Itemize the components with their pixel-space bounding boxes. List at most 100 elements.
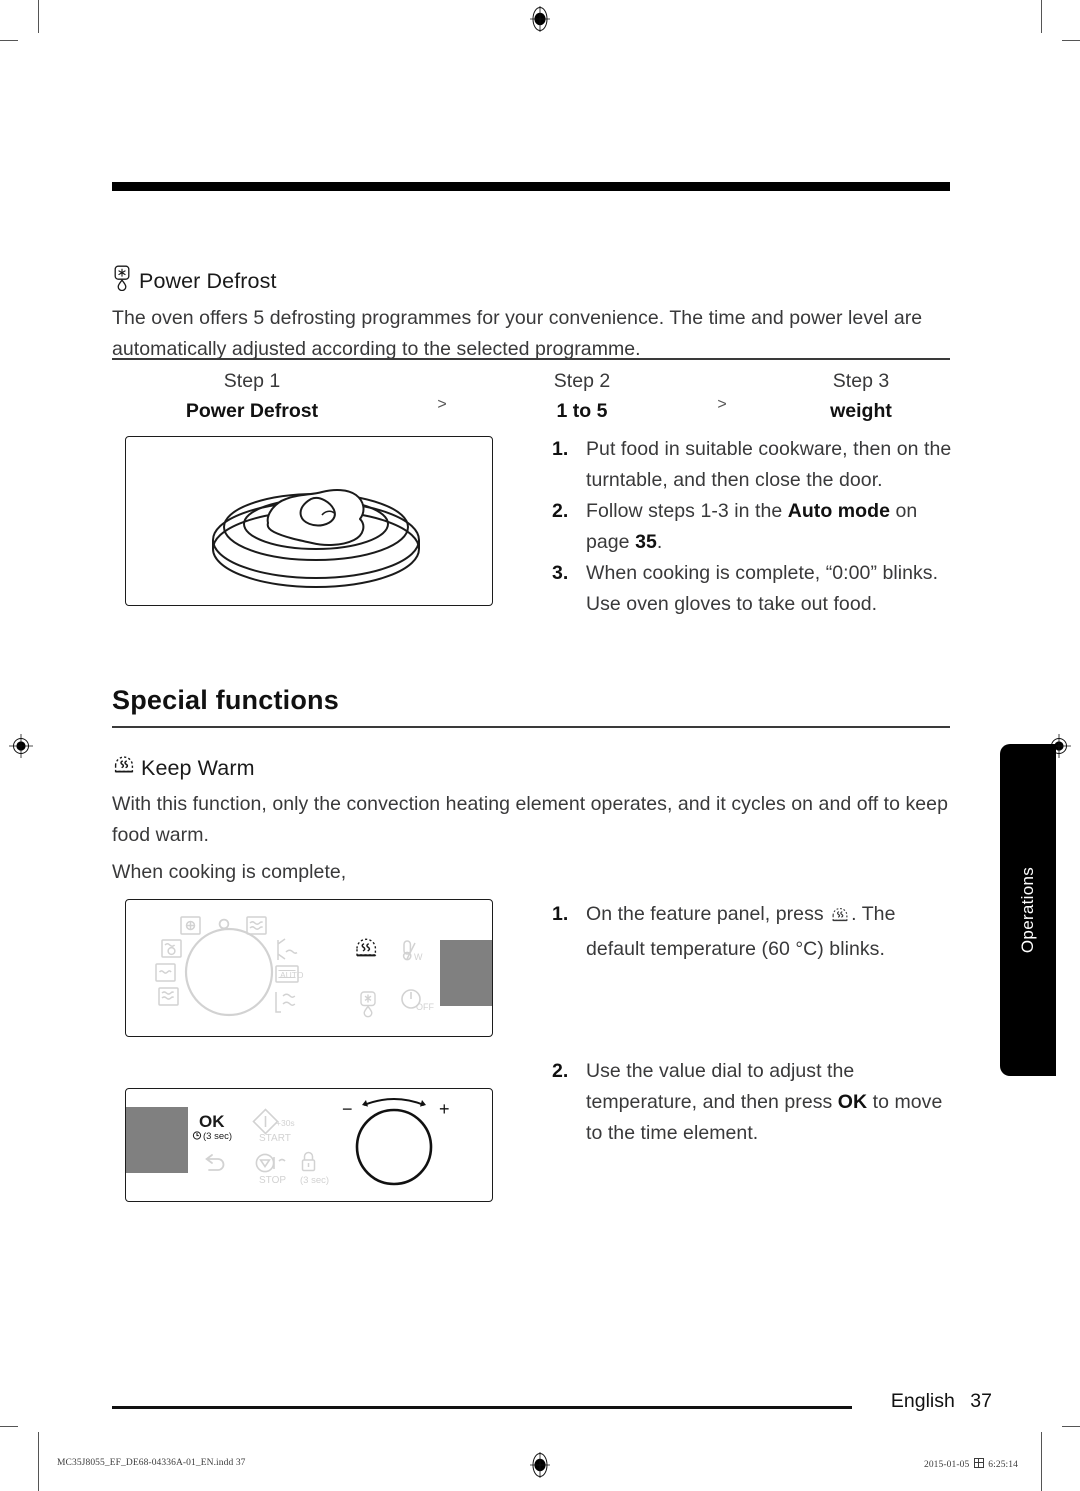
step-number: 2. — [552, 500, 569, 522]
keep-warm-icon — [830, 903, 850, 934]
stop-button — [255, 1153, 286, 1173]
cjk-glyph-icon — [973, 1458, 984, 1468]
imprint-timestamp: 2015-01-05 6:25:14 — [924, 1458, 1018, 1470]
ok-button-label: OK — [199, 1112, 225, 1131]
step-text: Follow steps 1-3 in the Auto mode on pag… — [586, 496, 952, 558]
footer-language: English — [890, 1390, 955, 1412]
ok-emphasis: OK — [837, 1091, 868, 1113]
step-3-label: Step 3 — [832, 370, 890, 392]
page-content: Power Defrost The oven offers 5 defrosti… — [112, 0, 952, 1491]
step-number: 3. — [552, 562, 569, 584]
step-column-2: Step 2 1 to 5 — [492, 366, 672, 426]
value-panel-illustration: OK (3 sec) +30s START STOP (3 sec) − + — [126, 1098, 450, 1186]
snowflake-droplet-icon — [112, 265, 132, 297]
keep-warm-step-2: 2. Use the value dial to adjust the temp… — [552, 1056, 952, 1149]
step-number: 1. — [552, 903, 569, 925]
power-defrost-heading-label: Power Defrost — [139, 268, 277, 293]
feature-panel-illustration: AUTO W OFF — [155, 916, 492, 1018]
power-defrost-heading: Power Defrost — [112, 265, 277, 297]
power-defrost-steps: 1. Put food in suitable cookware, then o… — [552, 434, 952, 620]
imprint-date: 2015-01-05 — [923, 1460, 970, 1470]
keep-warm-button — [356, 938, 377, 957]
registration-mark-left-margin — [8, 733, 34, 759]
watt-label: W — [414, 952, 423, 962]
dial-indicator-dot — [218, 918, 230, 930]
step-text: When cooking is complete, “0:00” blinks.… — [586, 562, 939, 615]
step-text-part: . — [656, 531, 663, 553]
off-label: OFF — [416, 1002, 434, 1012]
step-table-top-rule — [112, 358, 950, 361]
crop-mark-top-left — [38, 0, 39, 33]
auto-icon-label: AUTO — [280, 970, 304, 980]
step-text-part: Use the value dial to adjust the tempera… — [586, 1060, 855, 1113]
auto-mode-emphasis: Auto mode — [787, 500, 890, 522]
instruction-row: 2. Follow steps 1-3 in the Auto mode on … — [552, 496, 952, 558]
power-defrost-intro: The oven offers 5 defrosting programmes … — [112, 307, 923, 360]
instruction-row: 2. Use the value dial to adjust the temp… — [552, 1056, 952, 1149]
crop-mark-bottom-right-h — [1062, 1426, 1080, 1427]
keep-warm-intro: With this function, only the convection … — [112, 793, 948, 846]
back-arrow-icon — [205, 1154, 225, 1171]
step-text: Put food in suitable cookware, then on t… — [586, 438, 952, 491]
step-2-value: 1 to 5 — [556, 400, 608, 422]
footer-page-number: 37 — [970, 1390, 992, 1412]
value-panel-figure: OK (3 sec) +30s START STOP (3 sec) − + — [125, 1088, 493, 1202]
crop-mark-bottom-left-h — [0, 1426, 18, 1427]
instruction-row: 3. When cooking is complete, “0:00” blin… — [552, 558, 952, 620]
step-text-part: Follow steps 1-3 in the — [586, 500, 788, 522]
footer-page-label: English 37 — [891, 1390, 992, 1413]
power-defrost-figure — [125, 436, 493, 606]
step-3-value: weight — [830, 400, 892, 422]
dial-rotation-arc — [363, 1098, 425, 1106]
step-text: On the feature panel, press . The defaul… — [586, 899, 952, 965]
stop-label: STOP — [259, 1175, 286, 1186]
keep-warm-heading-label: Keep Warm — [141, 755, 255, 780]
section-rule — [112, 726, 950, 729]
ok-button-sub: (3 sec) — [203, 1131, 232, 1142]
step-arrow-1: > — [437, 396, 447, 413]
step-number: 1. — [552, 438, 569, 460]
instruction-row: 1. Put food in suitable cookware, then o… — [552, 434, 952, 496]
display-area-highlight — [440, 940, 492, 1006]
keep-warm-steps: 1. On the feature panel, press . The def… — [552, 899, 952, 965]
section-tab-operations: Operations — [1000, 744, 1056, 1076]
value-dial — [355, 1108, 433, 1186]
header-rule — [112, 182, 950, 191]
start-label: START — [259, 1133, 291, 1144]
keep-warm-heading: Keep Warm — [112, 754, 255, 782]
crop-mark-top-left-h — [0, 40, 18, 41]
page-reference: 35 — [635, 531, 657, 553]
clock-icon — [192, 1131, 202, 1140]
lock-sub-label: (3 sec) — [300, 1175, 329, 1186]
step-column-3: Step 3 weight — [772, 366, 950, 426]
step-text-part: On the feature panel, press — [586, 903, 830, 925]
display-area-highlight — [126, 1107, 188, 1173]
crop-mark-top-right — [1041, 0, 1042, 33]
step-column-1: Step 1 Power Defrost — [112, 366, 392, 426]
instruction-row: 1. On the feature panel, press . The def… — [552, 899, 952, 965]
turntable-with-meat-illustration — [212, 489, 420, 588]
power-defrost-button — [360, 991, 376, 1018]
feature-panel-figure: AUTO W OFF — [125, 899, 493, 1037]
section-tab-label: Operations — [1018, 866, 1037, 954]
step-text: Use the value dial to adjust the tempera… — [586, 1056, 952, 1149]
step-1-label: Step 1 — [223, 370, 281, 392]
start-plus-30s-label: +30s — [276, 1118, 295, 1128]
crop-mark-bottom-left — [38, 1432, 39, 1491]
footer-rule — [112, 1406, 852, 1410]
keep-warm-lead-in: When cooking is complete, — [112, 861, 347, 883]
step-1-value: Power Defrost — [185, 400, 319, 422]
mode-dial — [184, 927, 274, 1017]
imprint-time: 6:25:14 — [988, 1460, 1018, 1470]
crop-mark-top-right-h — [1062, 40, 1080, 41]
lock-icon — [301, 1151, 316, 1172]
keep-warm-icon — [112, 754, 136, 782]
crop-mark-bottom-right — [1041, 1432, 1042, 1491]
page-title: Special functions — [112, 685, 339, 715]
step-arrow-2: > — [717, 396, 727, 413]
dial-minus-label: − — [342, 1099, 353, 1119]
dial-plus-label: + — [439, 1099, 450, 1119]
imprint-filename: MC35J8055_EF_DE68-04336A-01_EN.indd 37 — [57, 1458, 246, 1468]
start-button — [252, 1108, 279, 1135]
step-2-label: Step 2 — [553, 370, 611, 392]
